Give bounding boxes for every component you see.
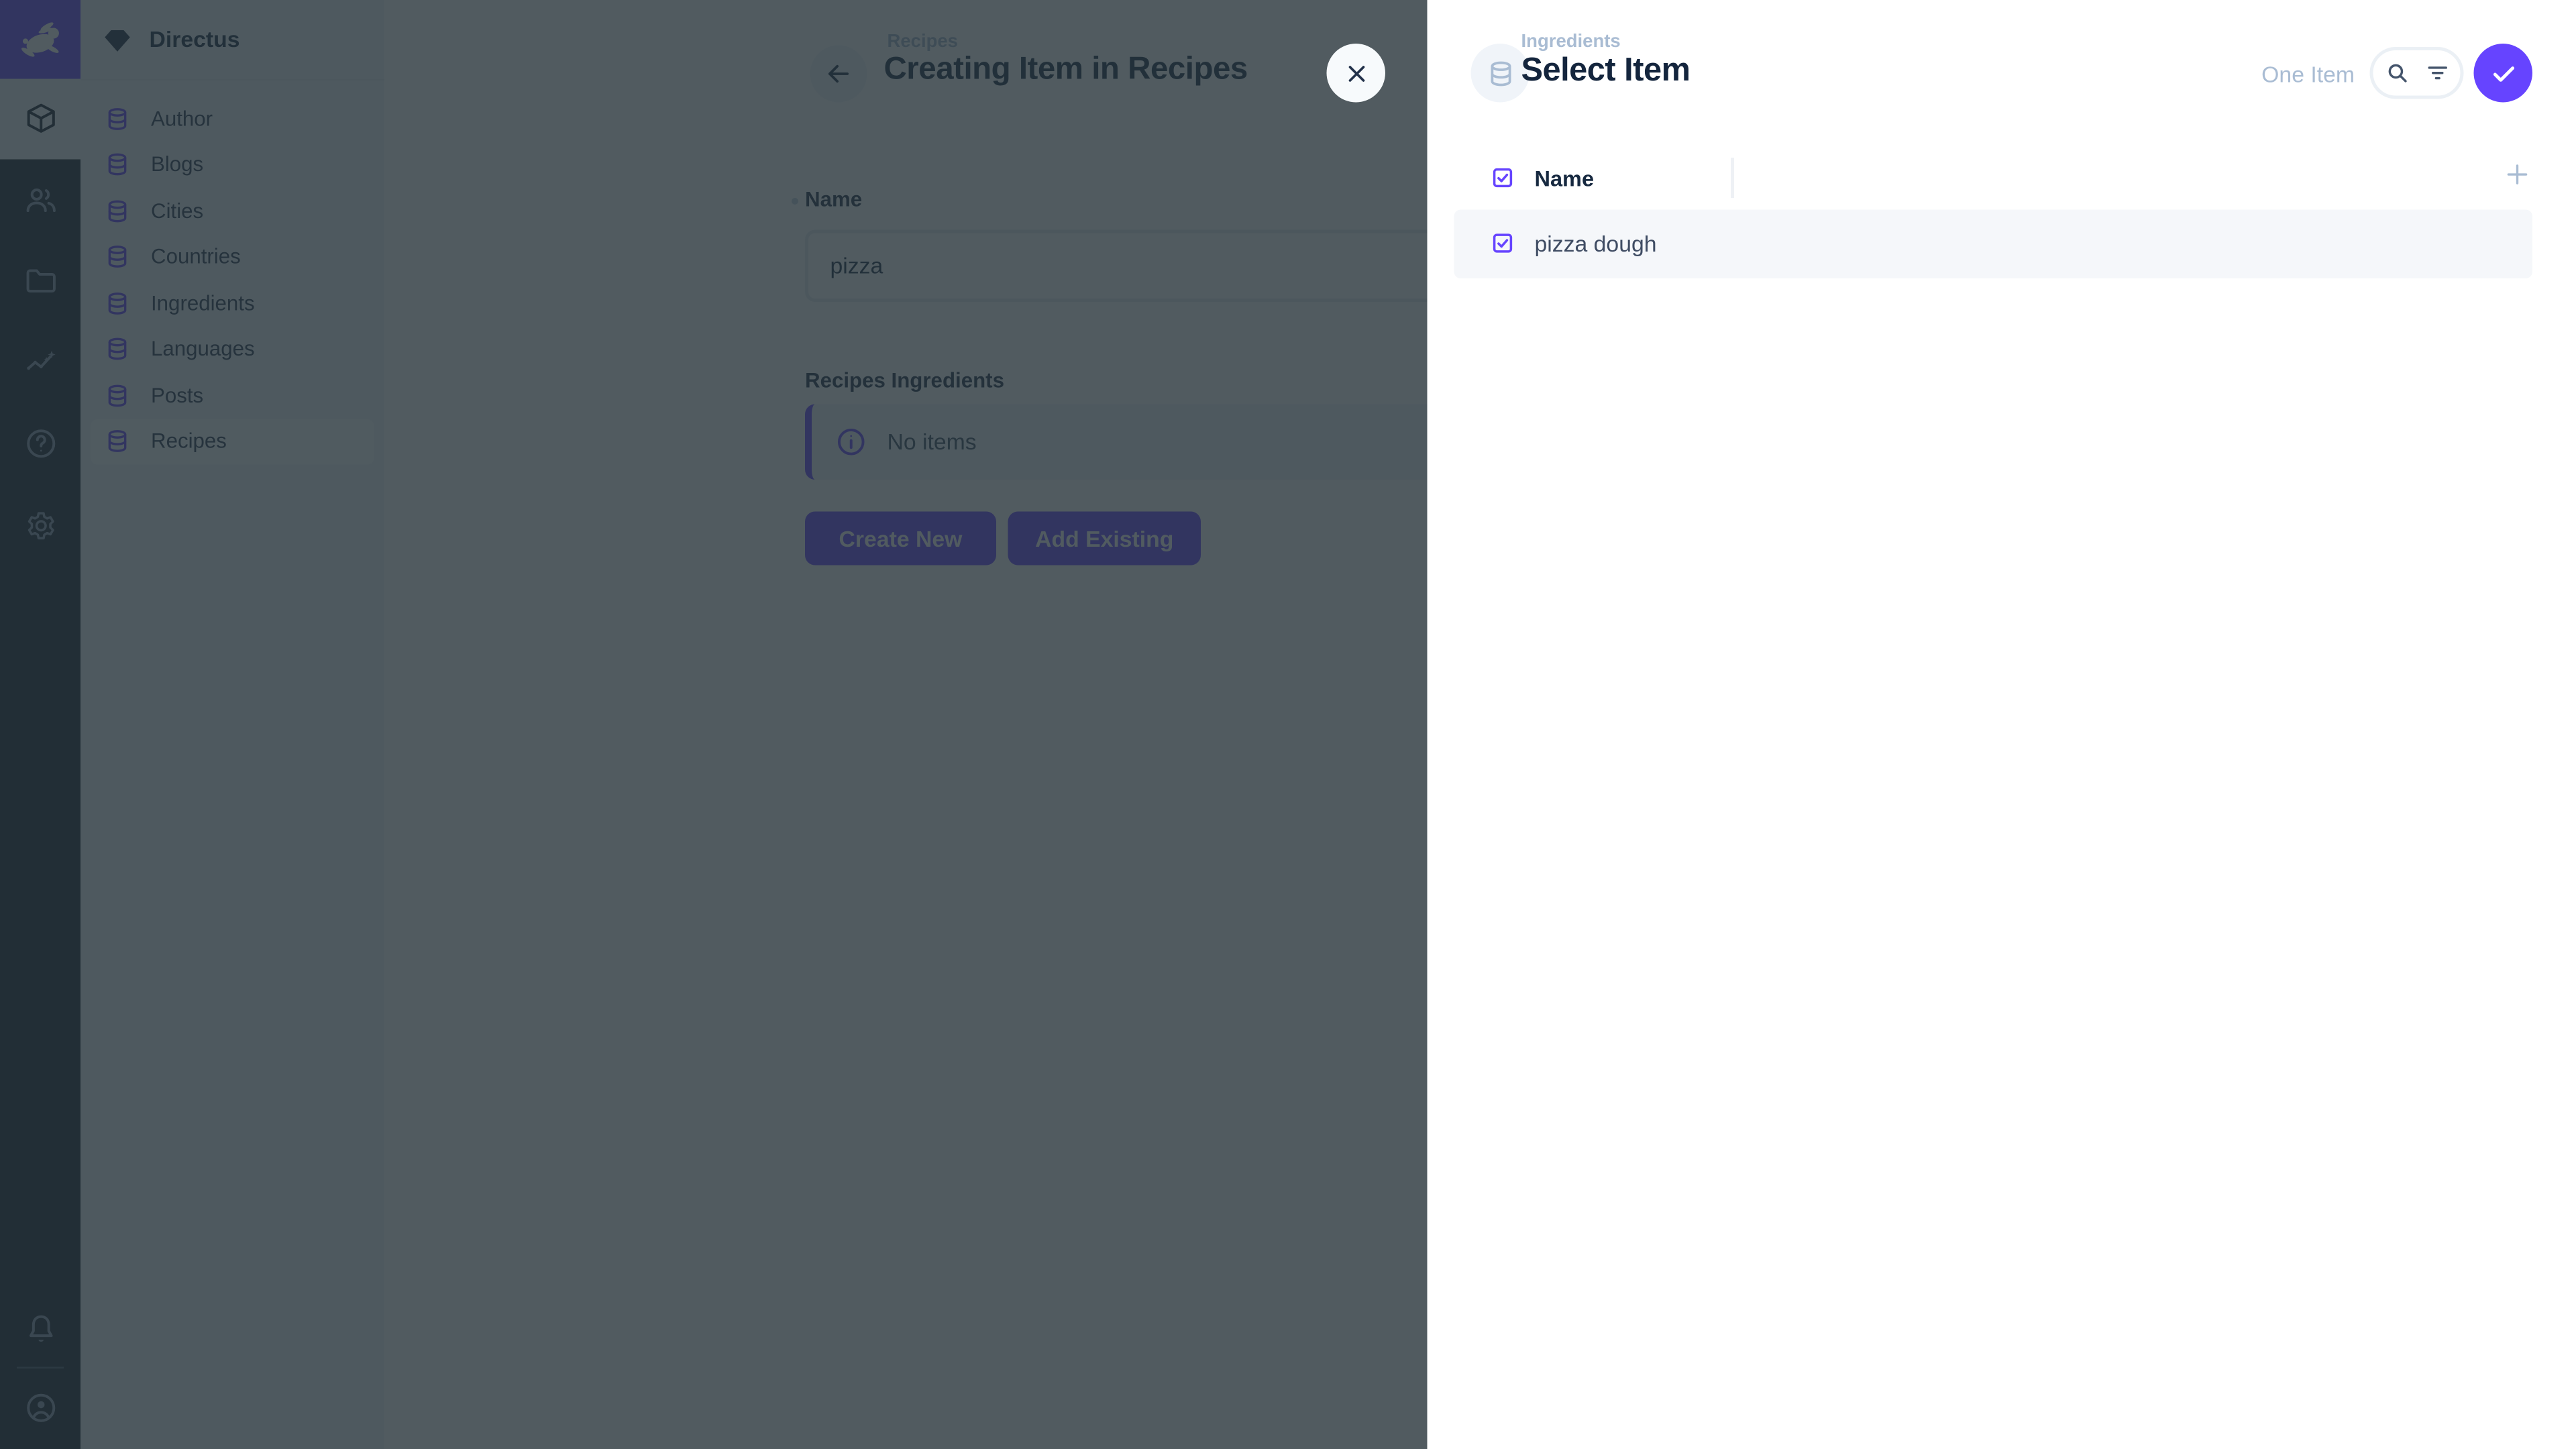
select-all-checkbox[interactable] <box>1491 166 1515 190</box>
check-icon <box>2488 58 2518 88</box>
table-row[interactable]: pizza dough <box>1454 210 2533 279</box>
close-icon <box>1342 60 1369 87</box>
search-icon[interactable] <box>2384 60 2410 86</box>
database-icon <box>1485 58 1515 88</box>
select-item-drawer: Ingredients Select Item One Item Name pi… <box>1428 0 2576 1449</box>
confirm-selection-button[interactable] <box>2474 44 2533 103</box>
app-root: Recipes Creating Item in Recipes Name Re… <box>0 0 2576 1449</box>
drawer-close-button[interactable] <box>1327 44 1386 103</box>
search-filter-pill <box>2370 47 2464 99</box>
add-column-icon[interactable] <box>2502 160 2532 190</box>
column-header-name[interactable]: Name <box>1535 166 1595 192</box>
filter-icon[interactable] <box>2424 60 2450 86</box>
selection-status: One Item <box>2261 62 2355 88</box>
column-divider[interactable] <box>1731 158 1734 198</box>
row-checkbox[interactable] <box>1491 231 1515 255</box>
row-name-cell: pizza dough <box>1535 210 1657 279</box>
drawer-breadcrumb: Ingredients <box>1521 32 1621 52</box>
drawer-title: Select Item <box>1521 52 1690 91</box>
